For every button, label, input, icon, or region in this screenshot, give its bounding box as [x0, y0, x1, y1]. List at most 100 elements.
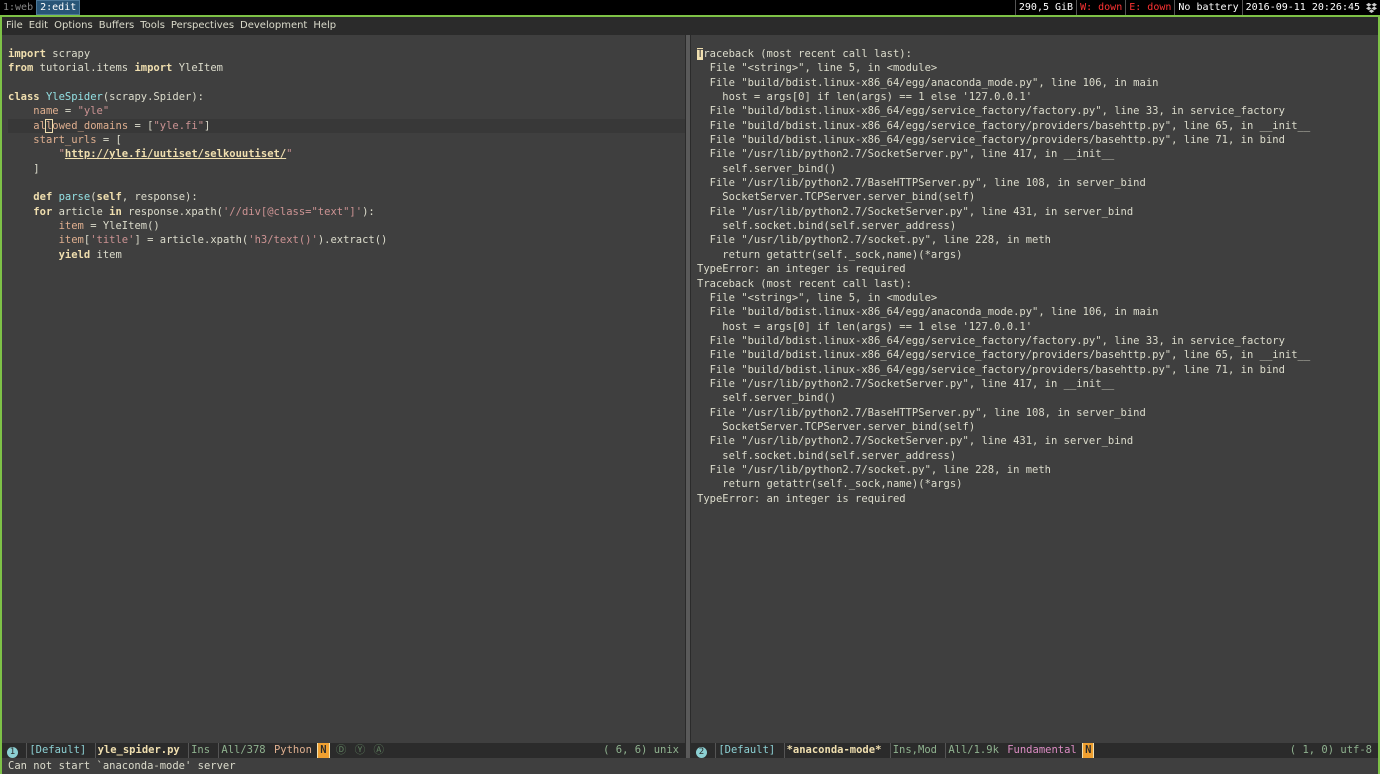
dropbox-icon[interactable] [1366, 2, 1377, 13]
output-line[interactable]: File "build/bdist.linux-x86_64/egg/servi… [697, 104, 1378, 118]
code-line[interactable]: class YleSpider(scrapy.Spider): [8, 90, 685, 104]
code-token: owed_domains [52, 119, 129, 132]
code-line[interactable]: import scrapy [8, 47, 685, 61]
output-line[interactable]: File "/usr/lib/python2.7/BaseHTTPServer.… [697, 406, 1378, 420]
workspace-tab-web[interactable]: 1:web [0, 0, 36, 15]
output-line[interactable]: File "/usr/lib/python2.7/SocketServer.py… [697, 377, 1378, 391]
perspective-label[interactable]: [Default] [715, 743, 777, 758]
menu-bar: File Edit Options Buffers Tools Perspectives D… [2, 17, 1378, 35]
code-token: " [286, 148, 293, 161]
output-line[interactable]: self.socket.bind(self.server_address) [697, 219, 1378, 233]
edit-state: Ins,Mod [889, 743, 939, 758]
output-line[interactable]: Traceback (most recent call last): [697, 277, 1378, 291]
menu-perspectives[interactable]: Perspectives [168, 20, 237, 31]
output-line[interactable]: host = args[0] if len(args) == 1 else '1… [697, 90, 1378, 104]
menu-buffers[interactable]: Buffers [96, 20, 138, 31]
output-line[interactable]: TypeError: an integer is required [697, 492, 1378, 506]
code-line[interactable]: allowed_domains = ["yle.fi"] [8, 118, 685, 134]
code-line[interactable]: start_urls = [ [8, 133, 685, 147]
cursor-position-right: ( 1, 0) utf-8 [1290, 743, 1378, 758]
buffer-name[interactable]: yle_spider.py [94, 743, 182, 758]
output-line[interactable]: File "/usr/lib/python2.7/socket.py", lin… [697, 463, 1378, 477]
output-line[interactable]: File "/usr/lib/python2.7/SocketServer.py… [697, 205, 1378, 219]
output-line[interactable]: File "build/bdist.linux-x86_64/egg/anaco… [697, 305, 1378, 319]
perspective-label[interactable]: [Default] [26, 743, 88, 758]
output-line[interactable]: SocketServer.TCPServer.server_bind(self) [697, 190, 1378, 204]
menu-edit[interactable]: Edit [26, 20, 51, 31]
minor-mode-icon-a: Ⓐ [373, 744, 385, 756]
echo-area: Can not start `anaconda-mode' server [2, 758, 1378, 774]
output-line[interactable]: SocketServer.TCPServer.server_bind(self) [697, 420, 1378, 434]
output-line[interactable]: File "build/bdist.linux-x86_64/egg/servi… [697, 133, 1378, 147]
code-token: YleSpider [45, 91, 103, 104]
code-line[interactable]: ​ [8, 76, 685, 90]
output-line[interactable]: File "/usr/lib/python2.7/BaseHTTPServer.… [697, 176, 1378, 190]
code-token: item [90, 248, 122, 261]
code-token: , response): [121, 191, 198, 204]
code-token: "yle" [77, 105, 110, 118]
code-token: ] [8, 162, 40, 175]
output-line[interactable]: return getattr(self._sock,name)(*args) [697, 477, 1378, 491]
python-editor-pane[interactable]: import scrapy from tutorial.items import … [2, 47, 685, 743]
python-source-code[interactable]: import scrapy from tutorial.items import … [2, 47, 685, 262]
anaconda-mode-output-pane[interactable]: Traceback (most recent call last): File … [691, 47, 1378, 743]
code-token: def [33, 191, 53, 204]
output-line[interactable]: File "build/bdist.linux-x86_64/egg/servi… [697, 119, 1378, 133]
buffer-name[interactable]: *anaconda-mode* [783, 743, 884, 758]
output-line[interactable]: return getattr(self._sock,name)(*args) [697, 248, 1378, 262]
buffer-size: All/378 [218, 743, 267, 758]
menu-tools[interactable]: Tools [137, 20, 168, 31]
code-line[interactable]: "http://yle.fi/uutiset/selkouutiset/" [8, 147, 685, 161]
output-line[interactable]: host = args[0] if len(args) == 1 else '1… [697, 320, 1378, 334]
output-line[interactable]: self.server_bind() [697, 162, 1378, 176]
output-line[interactable]: TypeError: an integer is required [697, 262, 1378, 276]
code-line[interactable]: def parse(self, response): [8, 190, 685, 204]
code-token: parse [58, 191, 91, 204]
major-mode[interactable]: Python [274, 744, 312, 756]
line-column: ( 1, 0) [1289, 744, 1335, 756]
code-line[interactable]: ] [8, 162, 685, 176]
mode-line-left[interactable]: 1 [Default] yle_spider.py Ins All/378 Py… [2, 743, 685, 758]
code-line[interactable]: item['title'] = article.xpath('h3/text()… [8, 233, 685, 247]
code-token: import [134, 62, 173, 75]
code-line[interactable]: name = "yle" [8, 104, 685, 118]
major-mode[interactable]: Fundamental [1007, 744, 1077, 756]
code-token: ] [204, 119, 211, 132]
output-line[interactable]: File "/usr/lib/python2.7/SocketServer.py… [697, 147, 1378, 161]
code-token: tutorial.items [33, 62, 135, 75]
line-column: ( 6, 6) [603, 744, 648, 756]
output-line[interactable]: File "<string>", line 5, in <module> [697, 291, 1378, 305]
code-token: 'title' [90, 234, 135, 247]
menu-options[interactable]: Options [51, 20, 96, 31]
minor-mode-indicator: N [1082, 743, 1095, 758]
mode-line-right[interactable]: 2 [Default] *anaconda-mode* Ins,Mod All/… [691, 743, 1378, 758]
traceback-output[interactable]: Traceback (most recent call last): File … [691, 47, 1378, 506]
cursor-position-left: ( 6, 6) unix [603, 743, 685, 758]
output-line[interactable]: self.server_bind() [697, 391, 1378, 405]
menu-help[interactable]: Help [310, 20, 339, 31]
output-line[interactable]: File "build/bdist.linux-x86_64/egg/servi… [697, 363, 1378, 377]
menu-development[interactable]: Development [237, 20, 310, 31]
output-line[interactable]: Traceback (most recent call last): [697, 47, 1378, 61]
code-line[interactable]: from tutorial.items import YleItem [8, 61, 685, 75]
code-token: start_urls [33, 134, 97, 147]
output-line[interactable]: File "build/bdist.linux-x86_64/egg/servi… [697, 334, 1378, 348]
code-token: for [33, 205, 53, 218]
window-number-badge: 2 [696, 747, 707, 758]
output-line[interactable]: File "/usr/lib/python2.7/SocketServer.py… [697, 434, 1378, 448]
output-line[interactable]: File "build/bdist.linux-x86_64/egg/servi… [697, 348, 1378, 362]
menu-file[interactable]: File [2, 20, 26, 31]
code-line[interactable]: yield item [8, 248, 685, 262]
code-line[interactable]: ​ [8, 176, 685, 190]
output-line[interactable]: File "/usr/lib/python2.7/socket.py", lin… [697, 233, 1378, 247]
output-line[interactable]: File "build/bdist.linux-x86_64/egg/anaco… [697, 76, 1378, 90]
workspace-tab-edit[interactable]: 2:edit [36, 0, 81, 15]
code-line[interactable]: item = YleItem() [8, 219, 685, 233]
output-line[interactable]: self.socket.bind(self.server_address) [697, 449, 1378, 463]
output-line[interactable]: File "<string>", line 5, in <module> [697, 61, 1378, 75]
code-line[interactable]: for article in response.xpath('//div[@cl… [8, 205, 685, 219]
